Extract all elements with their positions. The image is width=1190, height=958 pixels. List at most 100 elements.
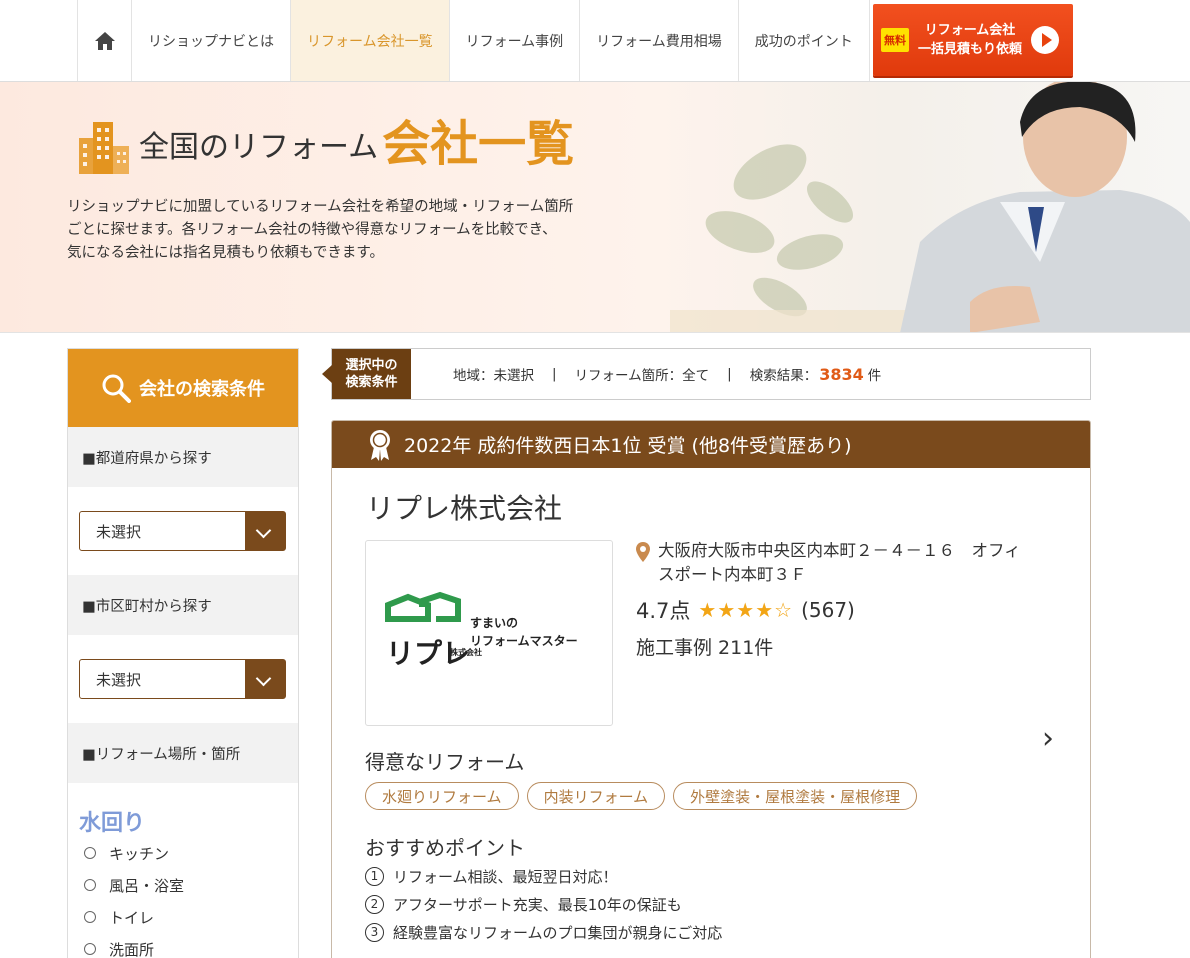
point-number: 1: [365, 866, 384, 886]
result-count: 3834: [819, 364, 864, 384]
separator: |: [727, 366, 732, 382]
cta-line1: リフォーム会社: [924, 23, 1016, 38]
point-text: リフォーム相談、最短翌日対応！: [393, 867, 618, 886]
chevron-down-icon[interactable]: [245, 660, 285, 698]
building-icon: [79, 122, 129, 174]
rating-score: 4.7点: [636, 599, 691, 623]
cta-label: リフォーム会社 一括見積もり依頼: [915, 21, 1025, 59]
logo-brand-sub: 株式会社: [450, 647, 482, 657]
home-icon: [94, 31, 115, 50]
map-pin-icon: [636, 542, 650, 562]
address-line: 大阪府大阪市中央区内本町２－４－１６ オフィ: [658, 541, 1021, 560]
point-number: 3: [365, 922, 384, 942]
point-text: 経験豊富なリフォームのプロ集団が親身にご対応: [393, 923, 723, 942]
conditions-tag-line2: 検索条件: [345, 375, 398, 390]
point-item: 2 アフターサポート充実、最長10年の保証も: [365, 890, 722, 918]
search-sidebar: 会社の検索条件 ■都道府県から探す 未選択 ■市区町村から探す 未選択 ■リフォ…: [67, 348, 299, 958]
specialty-tag: 外壁塗装・屋根塗装・屋根修理: [673, 782, 918, 810]
sidebar-header: 会社の検索条件: [68, 349, 298, 427]
free-badge: 無料: [881, 28, 909, 52]
condition-region: 地域：未選択: [453, 368, 534, 384]
result-label: 検索結果：: [749, 368, 818, 384]
point-text: アフターサポート充実、最長10年の保証も: [393, 895, 682, 914]
point-item: 1 リフォーム相談、最短翌日対応！: [365, 862, 722, 890]
option-kitchen[interactable]: キッチン: [68, 837, 298, 869]
nav-items: リショップナビとは リフォーム会社一覧 リフォーム事例 リフォーム費用相場 成功…: [77, 0, 870, 81]
company-address: 大阪府大阪市中央区内本町２－４－１６ オフィ スポート内本町３Ｆ: [636, 539, 1056, 587]
place-section-label: ■リフォーム場所・箇所: [68, 723, 298, 783]
title-large: 会社一覧: [382, 116, 575, 172]
radio-button[interactable]: [84, 847, 96, 859]
separator: |: [552, 366, 557, 382]
estimate-cta-button[interactable]: 無料 リフォーム会社 一括見積もり依頼: [873, 4, 1073, 76]
option-label: 風呂・浴室: [109, 876, 185, 895]
point-number: 2: [365, 894, 384, 914]
city-select-wrap: 未選択: [68, 635, 298, 723]
specialty-title: 得意なリフォーム: [365, 750, 525, 774]
stars-empty: ☆: [774, 598, 794, 622]
radio-button[interactable]: [84, 911, 96, 923]
nav-tips[interactable]: 成功のポイント: [737, 0, 870, 81]
conditions-summary: 地域：未選択 | リフォーム箇所：全て | 検索結果： 3834 件: [453, 364, 882, 385]
company-logo-mark: リプレ 株式会社 すまいの リフォームマスター: [385, 591, 578, 670]
option-bath[interactable]: 風呂・浴室: [68, 869, 298, 901]
address-line: スポート内本町３Ｆ: [658, 565, 807, 584]
nav-cost[interactable]: リフォーム費用相場: [579, 0, 738, 81]
chevron-right-icon[interactable]: ›: [1042, 721, 1054, 756]
sidebar-header-label: 会社の検索条件: [139, 379, 265, 400]
option-label: トイレ: [109, 908, 155, 927]
specialty-tags: 水廻りリフォーム 内装リフォーム 外壁塗装・屋根塗装・屋根修理: [365, 782, 925, 810]
category-water: 水回り: [79, 811, 146, 836]
global-nav: リショップナビとは リフォーム会社一覧 リフォーム事例 リフォーム費用相場 成功…: [0, 0, 1190, 82]
selected-conditions-bar: 選択中の 検索条件 地域：未選択 | リフォーム箇所：全て | 検索結果： 38…: [322, 348, 1091, 400]
hero-desc-line: 気になる会社には指名見積もり依頼もできます。: [67, 245, 384, 261]
point-item: 3 経験豊富なリフォームのプロ集団が親身にご対応: [365, 918, 722, 946]
logo-tagline1: すまいの: [470, 616, 518, 630]
stars-filled: ★★★★: [698, 598, 775, 622]
company-info: 大阪府大阪市中央区内本町２－４－１６ オフィ スポート内本町３Ｆ 4.7点 ★★…: [636, 539, 1056, 660]
option-toilet[interactable]: トイレ: [68, 901, 298, 933]
logo-tagline2: リフォームマスター: [470, 634, 578, 648]
nav-cases[interactable]: リフォーム事例: [448, 0, 580, 81]
hero-banner: 全国のリフォーム 会社一覧 リショップナビに加盟しているリフォーム会社を希望の地…: [0, 82, 1190, 333]
points-title: おすすめポイント: [365, 836, 525, 860]
conditions-tag: 選択中の 検索条件: [322, 349, 411, 399]
page-title: 全国のリフォーム 会社一覧: [75, 104, 574, 174]
play-arrow-icon: [1031, 26, 1059, 54]
city-select[interactable]: 未選択: [79, 659, 286, 699]
chevron-down-icon[interactable]: [245, 512, 285, 550]
radio-button[interactable]: [84, 879, 96, 891]
option-label: 洗面所: [109, 940, 155, 958]
specialty-tag: 水廻りリフォーム: [365, 782, 519, 810]
title-small: 全国のリフォーム: [139, 130, 379, 165]
prefecture-select[interactable]: 未選択: [79, 511, 286, 551]
prefecture-section-label: ■都道府県から探す: [68, 427, 298, 487]
recommend-points: 1 リフォーム相談、最短翌日対応！ 2 アフターサポート充実、最長10年の保証も 3…: [365, 862, 722, 946]
hero-description: リショップナビに加盟しているリフォーム会社を希望の地域・リフォーム箇所 ごとに探…: [67, 196, 647, 265]
cta-line2: 一括見積もり依頼: [917, 42, 1022, 57]
condition-place: リフォーム箇所：全て: [574, 368, 710, 384]
nav-about[interactable]: リショップナビとは: [131, 0, 290, 81]
company-name[interactable]: リプレ株式会社: [366, 487, 562, 527]
company-logo: リプレ 株式会社 すまいの リフォームマスター: [365, 540, 613, 726]
conditions-tag-line1: 選択中の: [345, 358, 398, 373]
option-label: キッチン: [109, 844, 170, 863]
nav-home[interactable]: [77, 0, 131, 81]
result-unit: 件: [867, 368, 882, 384]
radio-button[interactable]: [84, 943, 96, 955]
company-card[interactable]: 2022年 成約件数西日本1位 受賞 (他8件受賞歴あり) リプレ株式会社 リプ…: [331, 420, 1091, 958]
star-rating-icon: ★★★★☆: [698, 598, 793, 622]
hero-desc-line: リショップナビに加盟しているリフォーム会社を希望の地域・リフォーム箇所: [67, 199, 574, 215]
specialty-tag: 内装リフォーム: [526, 782, 666, 810]
review-count[interactable]: (567): [801, 598, 855, 622]
prefecture-select-value: 未選択: [96, 522, 142, 541]
rating: 4.7点 ★★★★☆ (567): [636, 595, 1056, 625]
city-select-value: 未選択: [96, 670, 142, 689]
medal-icon: [370, 429, 390, 461]
award-text: 2022年 成約件数西日本1位 受賞 (他8件受賞歴あり): [404, 435, 852, 457]
case-count: 施工事例 211件: [636, 637, 774, 659]
hero-worker-photo: [670, 82, 1190, 332]
nav-company-list[interactable]: リフォーム会社一覧: [290, 0, 449, 81]
search-icon: [102, 374, 131, 403]
option-washroom[interactable]: 洗面所: [68, 933, 298, 958]
